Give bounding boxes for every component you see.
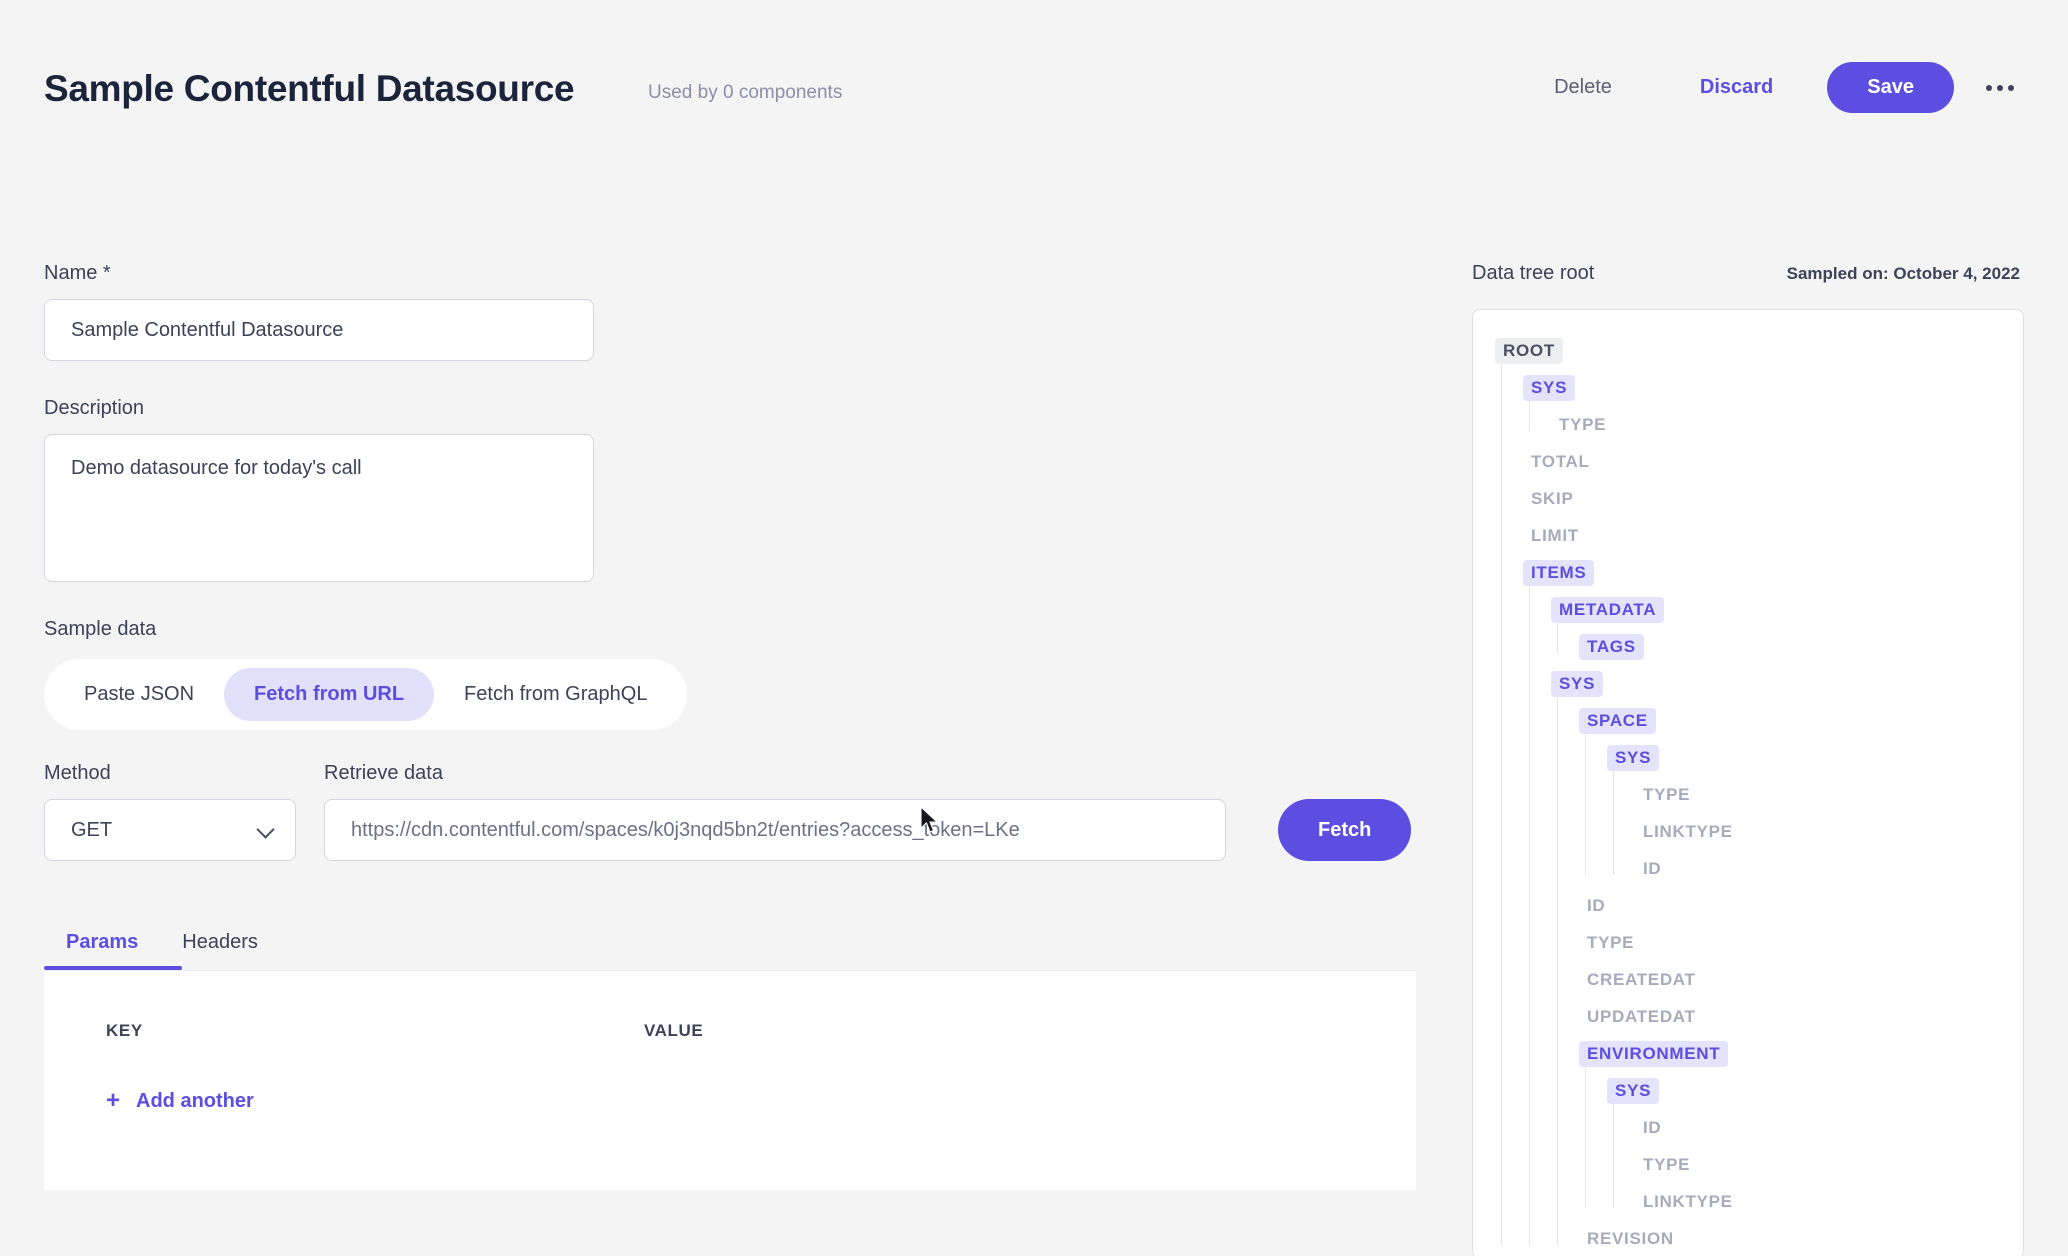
tree-node-label: SYS	[1523, 375, 1575, 401]
tab-params[interactable]: Params	[44, 919, 160, 970]
tree-node[interactable]: REVISION	[1473, 1220, 2023, 1256]
tree-node[interactable]: TYPE	[1473, 776, 2023, 813]
tree-node[interactable]: SYS	[1473, 739, 2023, 776]
tree-node[interactable]: TYPE	[1473, 1146, 2023, 1183]
request-row: Method Retrieve data Fetch	[44, 762, 1424, 861]
tab-fetch-from-graphql[interactable]: Fetch from GraphQL	[434, 668, 677, 721]
retrieve-data-label: Retrieve data	[324, 762, 1226, 785]
tree-node-label: ID	[1635, 856, 1669, 882]
tree-node-label: LIMIT	[1523, 523, 1587, 549]
tree-node-label: SYS	[1607, 745, 1659, 771]
tree-node-label: ID	[1635, 1115, 1669, 1141]
params-table-header: KEY VALUE	[44, 971, 1416, 1041]
tree-node-label: TAGS	[1579, 634, 1644, 660]
tree-node[interactable]: SYS	[1473, 1072, 2023, 1109]
method-label: Method	[44, 762, 296, 785]
tree-node-label: TYPE	[1635, 782, 1698, 808]
tree-node[interactable]: ID	[1473, 887, 2023, 924]
tree-node[interactable]: ROOT	[1473, 332, 2023, 369]
tree-node[interactable]: TOTAL	[1473, 443, 2023, 480]
name-input[interactable]	[44, 299, 594, 361]
save-button[interactable]: Save	[1827, 62, 1954, 113]
tree-node-label: SPACE	[1579, 708, 1656, 734]
ellipsis-icon[interactable]	[1976, 77, 2024, 99]
tree-node[interactable]: LINKTYPE	[1473, 1183, 2023, 1220]
tree-node[interactable]: TAGS	[1473, 628, 2023, 665]
add-another-button[interactable]: + Add another	[44, 1089, 254, 1113]
add-another-label: Add another	[136, 1090, 254, 1113]
tree-node-label: TYPE	[1579, 930, 1642, 956]
sample-data-tabs: Paste JSON Fetch from URL Fetch from Gra…	[44, 659, 687, 730]
tree-node-label: TOTAL	[1523, 449, 1598, 475]
tree-node-label: SYS	[1551, 671, 1603, 697]
discard-button[interactable]: Discard	[1678, 66, 1795, 109]
data-tree-title: Data tree root	[1472, 262, 1594, 285]
tree-node-label: REVISION	[1579, 1226, 1682, 1252]
sample-data-label: Sample data	[44, 618, 1424, 641]
description-label: Description	[44, 397, 1424, 420]
fetch-button[interactable]: Fetch	[1278, 799, 1411, 861]
tree-node-label: UPDATEDAT	[1579, 1004, 1704, 1030]
description-input[interactable]: Demo datasource for today's call	[44, 434, 594, 582]
plus-icon: +	[106, 1089, 120, 1113]
data-tree-card[interactable]: ROOT SYS TYPE TOTAL SKIP LIMIT ITEMS METADATA TA…	[1472, 309, 2024, 1256]
tree-node[interactable]: TYPE	[1473, 406, 2023, 443]
tree-node[interactable]: METADATA	[1473, 591, 2023, 628]
used-by-count: Used by 0 components	[648, 82, 842, 104]
column-header-value: VALUE	[644, 1021, 703, 1041]
data-tree-panel: Data tree root Sampled on: October 4, 20…	[1472, 262, 2024, 1256]
tree-node[interactable]: ID	[1473, 850, 2023, 887]
top-action-bar: Sample Contentful Datasource Used by 0 c…	[0, 0, 2068, 145]
column-header-key: KEY	[44, 1021, 644, 1041]
active-tab-underline	[44, 966, 182, 970]
data-tree-header: Data tree root Sampled on: October 4, 20…	[1472, 262, 2024, 285]
tree-node[interactable]: LINKTYPE	[1473, 813, 2023, 850]
tree-node[interactable]: SYS	[1473, 369, 2023, 406]
tree-node[interactable]: TYPE	[1473, 924, 2023, 961]
tab-paste-json[interactable]: Paste JSON	[54, 668, 224, 721]
tree-node[interactable]: ENVIRONMENT	[1473, 1035, 2023, 1072]
name-label: Name *	[44, 262, 1424, 285]
params-table: KEY VALUE + Add another	[44, 970, 1416, 1190]
tab-fetch-from-url[interactable]: Fetch from URL	[224, 668, 434, 721]
tree-node[interactable]: ID	[1473, 1109, 2023, 1146]
datasource-form: Name * Description Demo datasource for t…	[44, 262, 1424, 1190]
tree-node[interactable]: ITEMS	[1473, 554, 2023, 591]
method-group: Method	[44, 762, 296, 861]
page-title: Sample Contentful Datasource	[44, 68, 574, 110]
tree-node-label: TYPE	[1551, 412, 1614, 438]
tree-node-label: ROOT	[1495, 338, 1563, 364]
tree-node[interactable]: SPACE	[1473, 702, 2023, 739]
tree-node-label: SKIP	[1523, 486, 1581, 512]
method-select[interactable]	[44, 799, 296, 861]
sampled-on-label: Sampled on: October 4, 2022	[1787, 264, 2020, 284]
tree-node-label: CREATEDAT	[1579, 967, 1704, 993]
tree-node-label: ID	[1579, 893, 1613, 919]
tree-node-label: SYS	[1607, 1078, 1659, 1104]
tree-node-label: ENVIRONMENT	[1579, 1041, 1728, 1067]
params-headers-tabs: Params Headers	[44, 919, 1424, 970]
retrieve-data-group: Retrieve data	[324, 762, 1226, 861]
tree-node[interactable]: SYS	[1473, 665, 2023, 702]
tree-node-label: TYPE	[1635, 1152, 1698, 1178]
topbar-actions: Delete Discard Save	[1534, 62, 2024, 113]
tree-node-label: LINKTYPE	[1635, 1189, 1741, 1215]
tree-node[interactable]: UPDATEDAT	[1473, 998, 2023, 1035]
tree-node-label: ITEMS	[1523, 560, 1594, 586]
url-input[interactable]	[324, 799, 1226, 861]
tree-node[interactable]: LIMIT	[1473, 517, 2023, 554]
tree-node[interactable]: SKIP	[1473, 480, 2023, 517]
tree-node[interactable]: CREATEDAT	[1473, 961, 2023, 998]
delete-button[interactable]: Delete	[1534, 66, 1632, 109]
tab-headers[interactable]: Headers	[160, 919, 280, 970]
tree-node-label: METADATA	[1551, 597, 1664, 623]
tree-node-label: LINKTYPE	[1635, 819, 1741, 845]
